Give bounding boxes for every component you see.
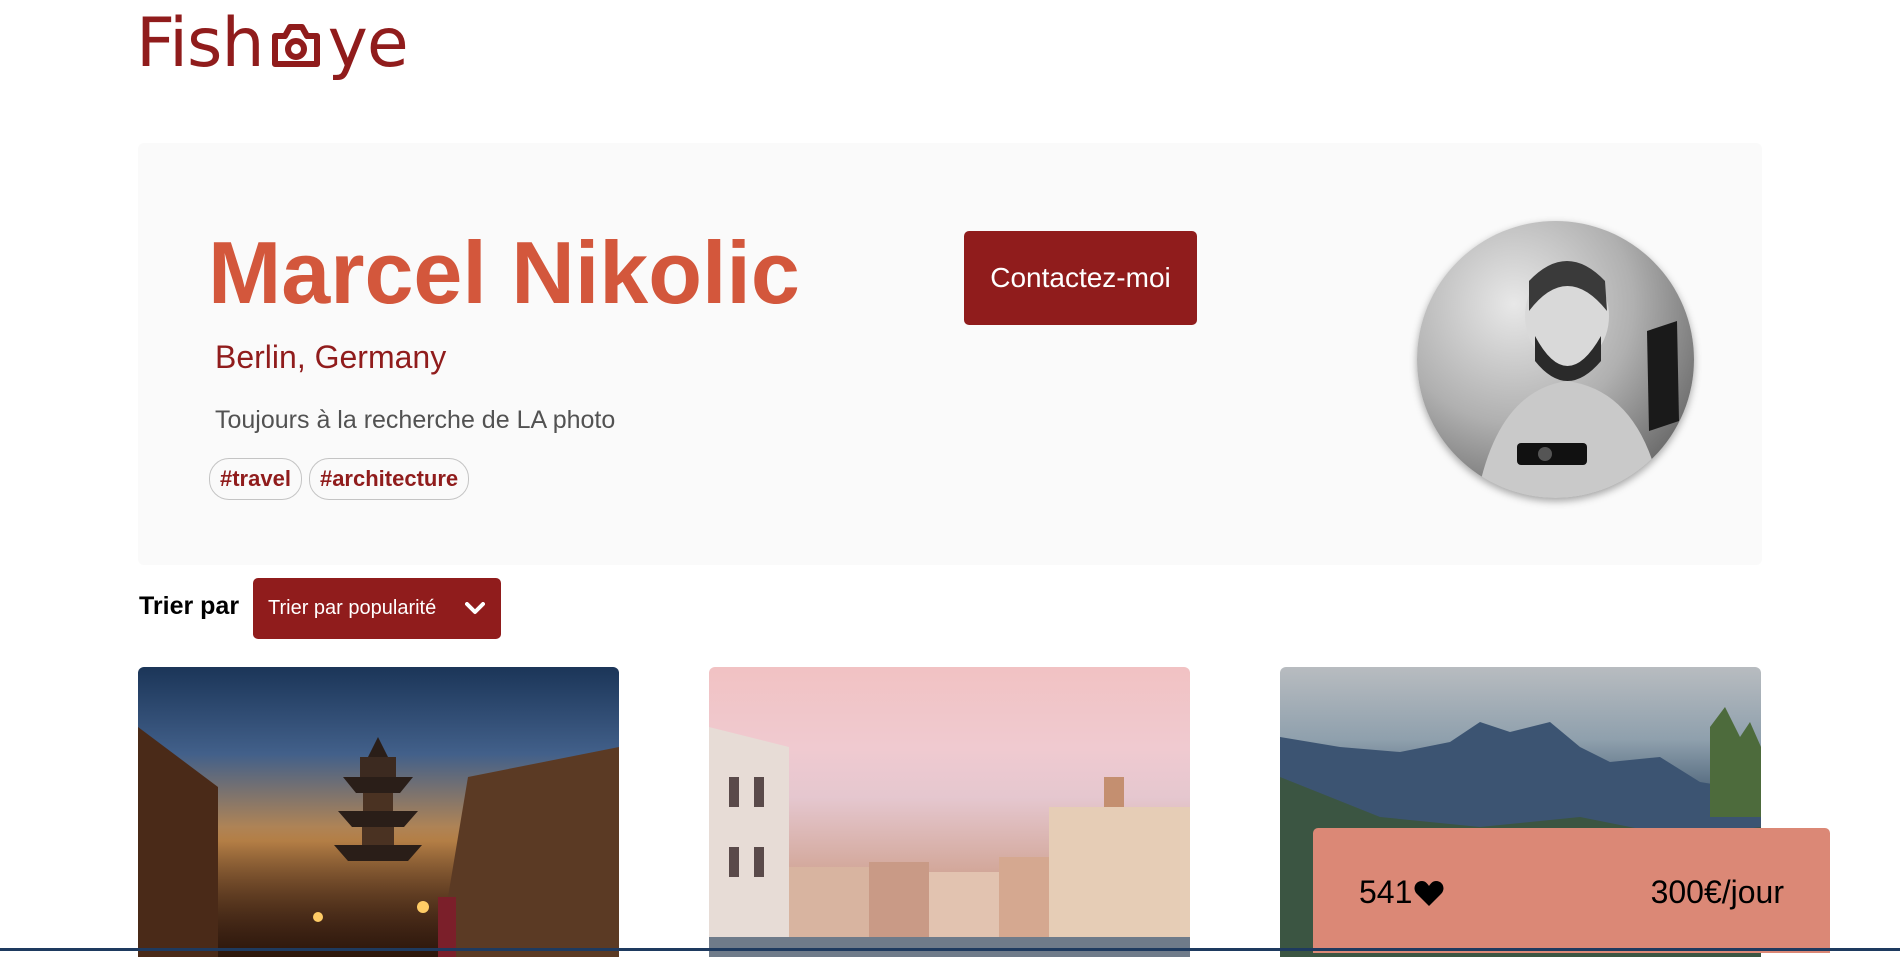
logo-text-left: Fish [136, 4, 265, 83]
camera-icon [267, 16, 325, 72]
media-card-venice[interactable] [709, 667, 1190, 957]
tag-travel[interactable]: #travel [209, 458, 302, 500]
photographer-avatar [1417, 221, 1694, 498]
sort-selected-value: Trier par popularité [268, 597, 437, 619]
sort-label: Trier par [139, 592, 240, 620]
photographer-tagline: Toujours à la recherche de LA photo [215, 406, 616, 434]
tag-architecture[interactable]: #architecture [308, 458, 470, 500]
daily-price: 300€/jour [1650, 874, 1784, 910]
tag-list: #travel #architecture [209, 458, 470, 500]
logo-text-right: ye [327, 4, 409, 83]
photographer-header: Marcel Nikolic Berlin, Germany Toujours … [138, 143, 1762, 565]
likes-count: 541 [1359, 874, 1413, 910]
photographer-location: Berlin, Germany [215, 339, 447, 375]
stats-panel: 541 300€/jour [1313, 828, 1830, 953]
sort-dropdown[interactable]: Trier par popularité [253, 578, 501, 639]
brand-logo[interactable]: Fish ye [136, 4, 409, 83]
total-likes: 541 [1359, 874, 1444, 911]
media-card-pagoda[interactable] [138, 667, 619, 957]
chevron-down-icon [465, 601, 485, 614]
heart-icon [1414, 880, 1444, 906]
contact-button[interactable]: Contactez-moi [964, 231, 1197, 325]
photographer-name: Marcel Nikolic [208, 223, 800, 322]
